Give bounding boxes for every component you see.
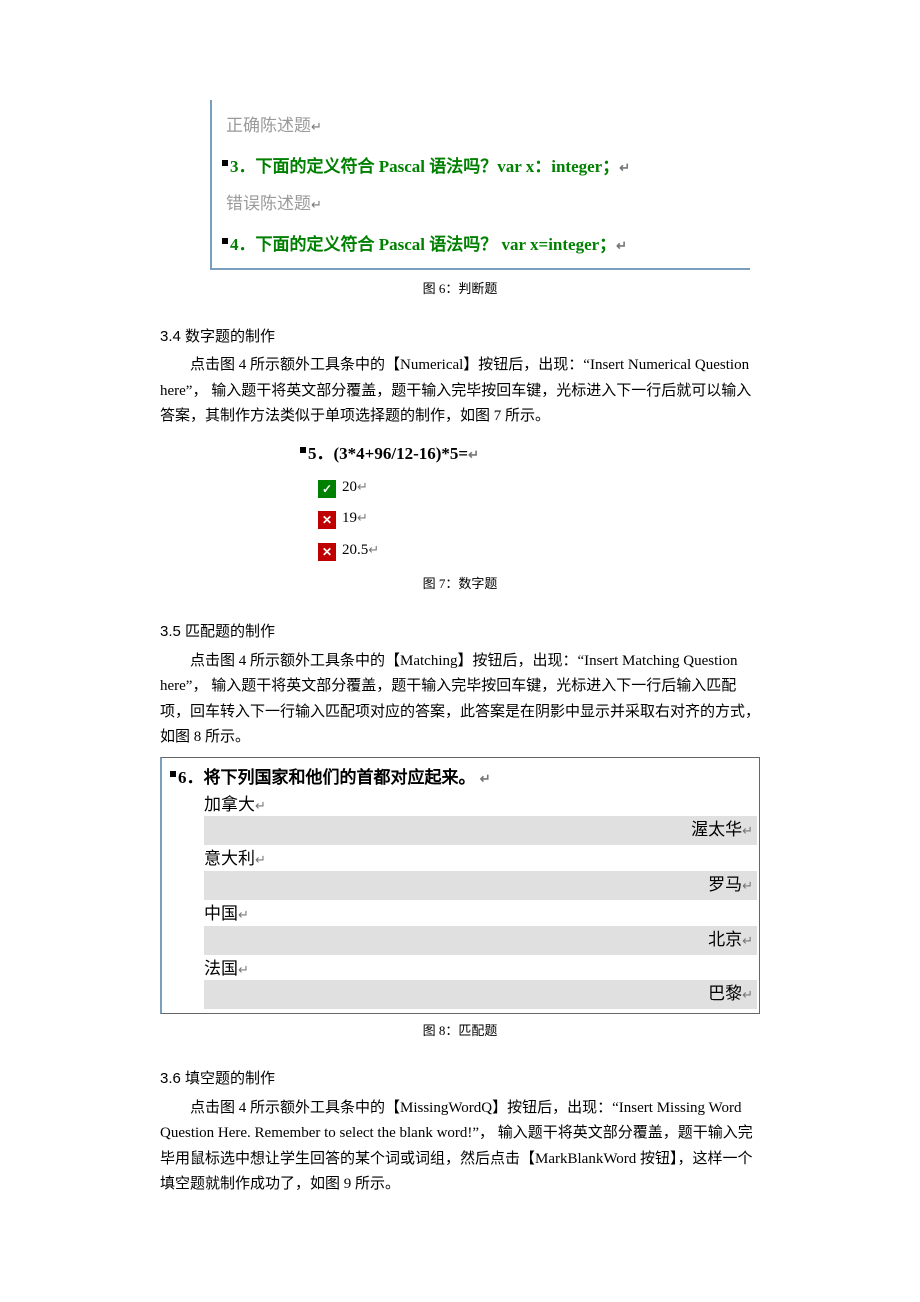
match-item: 意大利↵ [204, 847, 757, 871]
question-6: 6．将下列国家和他们的首都对应起来。 ↵ [170, 764, 757, 793]
heading-3-4: 3.4 数字题的制作 [160, 324, 760, 350]
paragraph-3-6: 点击图 4 所示额外工具条中的【MissingWordQ】按钮后，出现：“Ins… [160, 1096, 760, 1198]
label-wrong-statement: 错误陈述题↵ [226, 190, 740, 219]
figure-6-caption: 图 6：判断题 [160, 278, 760, 300]
question-3: 3．下面的定义符合 Pascal 语法吗？var x：integer；↵ [222, 153, 740, 182]
match-answer: 渥太华↵ [204, 816, 757, 845]
option-wrong-2: ✕20.5↵ [318, 538, 760, 564]
match-item: 法国↵ [204, 957, 757, 981]
match-answer: 巴黎↵ [204, 980, 757, 1009]
figure-7-box: 5．(3*4+96/12-16)*5=↵ ✓20↵ ✕19↵ ✕20.5↵ [300, 440, 760, 563]
option-wrong-1: ✕19↵ [318, 506, 760, 532]
option-correct: ✓20↵ [318, 475, 760, 501]
question-5: 5．(3*4+96/12-16)*5=↵ [300, 440, 760, 469]
cross-icon: ✕ [318, 543, 336, 561]
label-correct-statement: 正确陈述题↵ [226, 112, 740, 141]
heading-3-6: 3.6 填空题的制作 [160, 1066, 760, 1092]
figure-8-caption: 图 8：匹配题 [160, 1020, 760, 1042]
cross-icon: ✕ [318, 511, 336, 529]
paragraph-3-4: 点击图 4 所示额外工具条中的【Numerical】按钮后，出现：“Insert… [160, 353, 760, 430]
check-icon: ✓ [318, 480, 336, 498]
match-answer: 北京↵ [204, 926, 757, 955]
figure-6-box: 正确陈述题↵ 3．下面的定义符合 Pascal 语法吗？var x：intege… [210, 100, 750, 270]
question-4: 4．下面的定义符合 Pascal 语法吗？ var x=integer；↵ [222, 231, 740, 260]
figure-8-box: 6．将下列国家和他们的首都对应起来。 ↵ 加拿大↵ 渥太华↵ 意大利↵ 罗马↵ … [160, 757, 760, 1015]
match-answer: 罗马↵ [204, 871, 757, 900]
figure-7-caption: 图 7：数字题 [160, 573, 760, 595]
match-item: 中国↵ [204, 902, 757, 926]
paragraph-3-5: 点击图 4 所示额外工具条中的【Matching】按钮后，出现：“Insert … [160, 649, 760, 751]
match-item: 加拿大↵ [204, 793, 757, 817]
heading-3-5: 3.5 匹配题的制作 [160, 619, 760, 645]
